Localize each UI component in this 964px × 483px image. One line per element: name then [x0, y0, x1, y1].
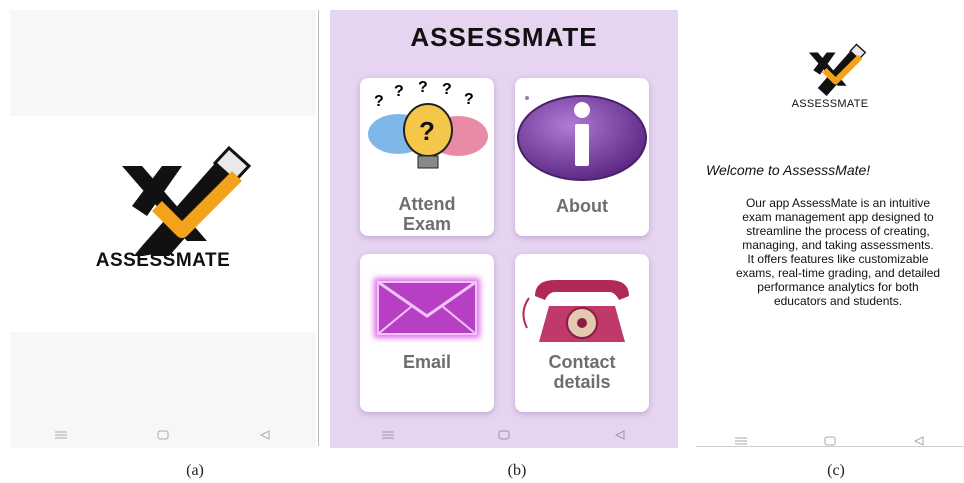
caption-c: (c) [827, 462, 845, 479]
attend-exam-card[interactable]: ? ? ? ? ? ? Attend Exam [360, 78, 494, 236]
caption-b: (b) [507, 462, 527, 479]
home-screen: ASSESSMATE ? ? ? ? ? ? Attend Exam About… [330, 10, 678, 448]
android-nav-bar [330, 424, 678, 446]
about-description: Our app AssessMate is an intuitive exam … [735, 196, 941, 308]
app-logo-text: ASSESSMATE [95, 250, 231, 271]
assessmate-logo-icon [122, 146, 252, 256]
about-screen: ASSESSMATE Welcome to AssesssMate! Our a… [696, 10, 964, 448]
assessmate-logo-icon [808, 43, 867, 96]
email-card[interactable]: Email [360, 254, 494, 412]
info-icon [517, 95, 647, 181]
splash-content [10, 116, 316, 332]
page-title: ASSESSMATE [410, 22, 598, 52]
contact-details-text: Contact details [548, 352, 616, 392]
contact-details-label: Contact details [515, 352, 649, 392]
card-label: Attend Exam [360, 194, 494, 234]
svg-text:?: ? [442, 81, 452, 98]
back-icon[interactable] [255, 428, 275, 442]
android-nav-bar [10, 424, 316, 446]
svg-text:?: ? [464, 91, 474, 108]
menu-icon[interactable] [378, 428, 398, 442]
caption-a: (a) [186, 462, 204, 479]
svg-text:?: ? [394, 83, 404, 100]
email-label: Email [402, 352, 452, 372]
menu-icon[interactable] [51, 428, 71, 442]
home-icon[interactable] [494, 428, 514, 442]
back-icon[interactable] [610, 428, 630, 442]
envelope-icon [374, 278, 480, 338]
home-icon[interactable] [153, 428, 173, 442]
svg-text:?: ? [418, 80, 428, 96]
svg-text:?: ? [374, 93, 384, 110]
svg-text:?: ? [419, 116, 435, 146]
welcome-heading: Welcome to AssesssMate! [706, 162, 871, 178]
app-logo-text: ASSESSMATE [791, 98, 869, 110]
panel-divider [318, 10, 319, 446]
bottom-divider [696, 446, 964, 447]
attend-exam-label: Attend Exam [398, 194, 456, 234]
splash-screen: ASSESSMATE [10, 10, 316, 448]
about-label: About [556, 196, 608, 216]
about-card[interactable]: About [515, 78, 649, 236]
question-lightbulb-icon: ? ? ? ? ? ? [368, 80, 488, 169]
telephone-icon [522, 280, 629, 342]
android-nav-bar [696, 430, 964, 452]
contact-details-card[interactable]: Contact details [515, 254, 649, 412]
